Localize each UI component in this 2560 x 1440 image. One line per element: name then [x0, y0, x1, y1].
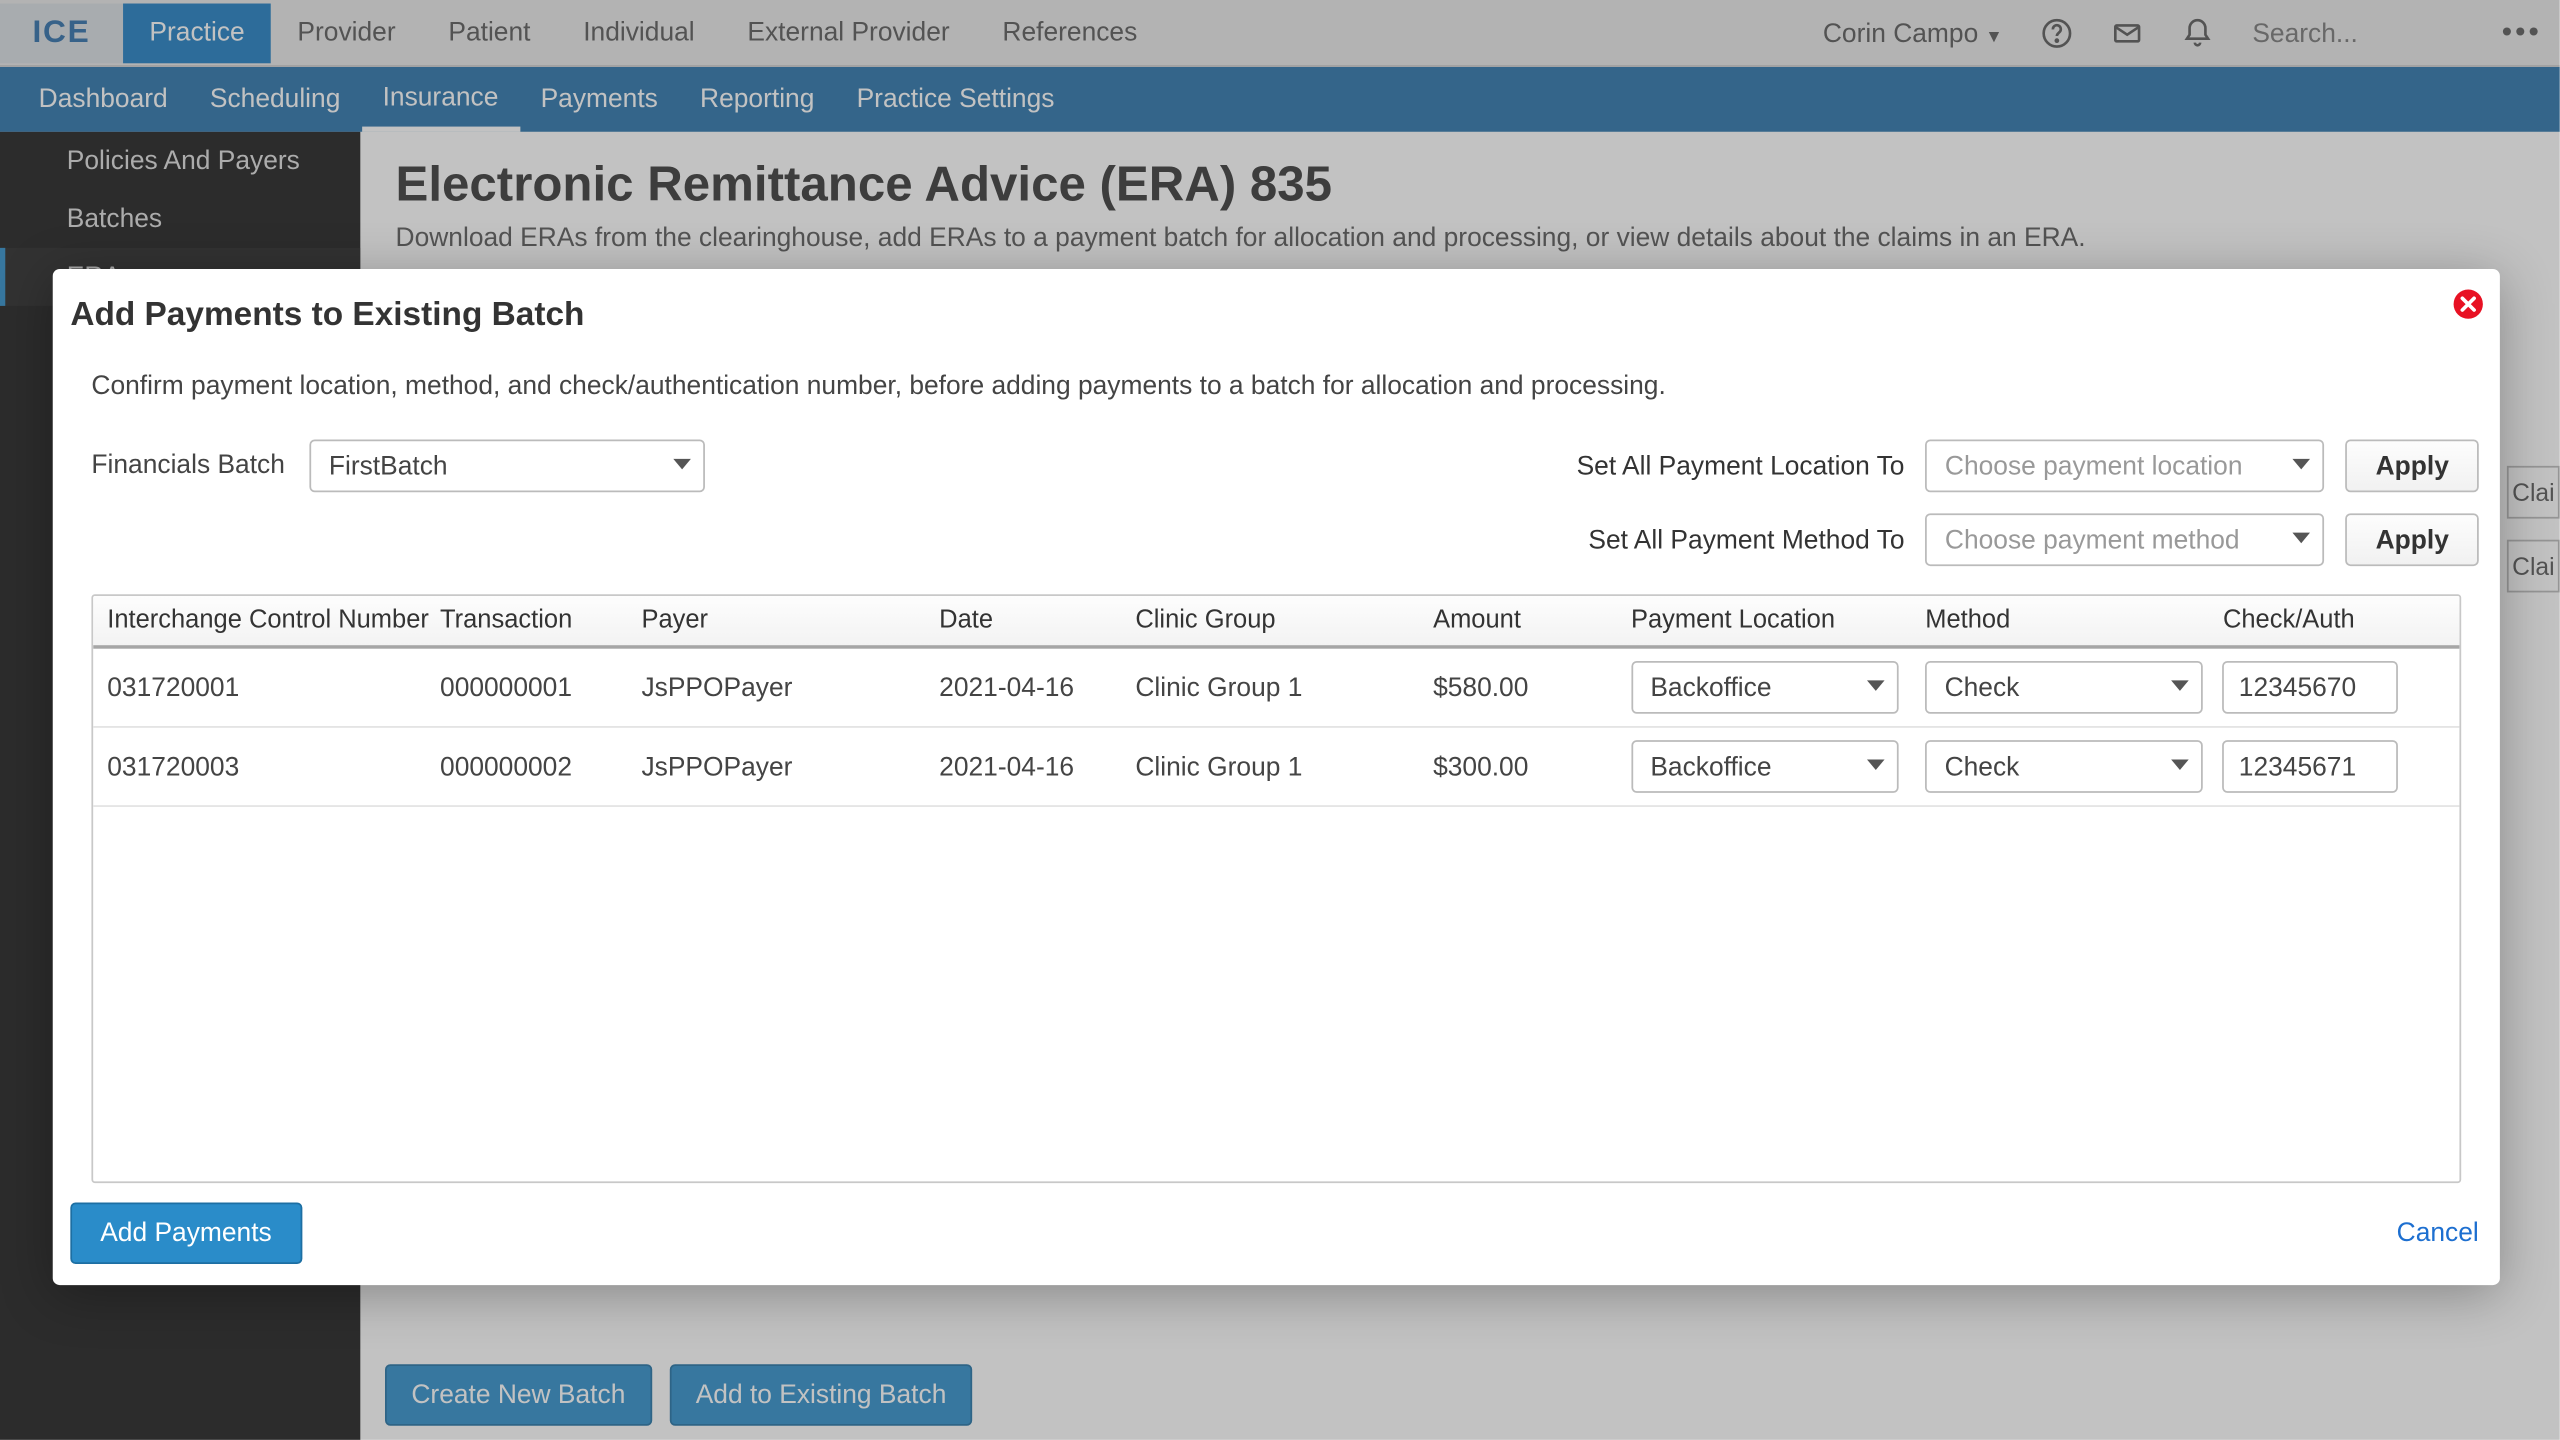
col-check-auth: Check/Auth — [2223, 607, 2459, 635]
set-all-method-label: Set All Payment Method To — [1588, 525, 1904, 555]
caret-down-icon — [2293, 459, 2311, 470]
row-check-auth-input[interactable] — [2223, 661, 2399, 714]
modal-desc: Confirm payment location, method, and ch… — [91, 371, 2478, 401]
caret-down-icon — [1867, 680, 1885, 691]
caret-down-icon — [2293, 533, 2311, 544]
caret-down-icon — [2171, 680, 2189, 691]
modal-title: Add Payments to Existing Batch — [70, 297, 2478, 336]
col-payment-location: Payment Location — [1631, 607, 1925, 635]
payments-table: Interchange Control Number Transaction P… — [91, 594, 2461, 1183]
row-location-select[interactable]: Backoffice — [1631, 661, 1898, 714]
cell-clinic-group: Clinic Group 1 — [1135, 672, 1433, 702]
caret-down-icon — [1867, 759, 1885, 770]
cell-payer: JsPPOPayer — [641, 752, 939, 782]
cell-transaction: 000000001 — [440, 672, 641, 702]
set-all-location-select[interactable]: Choose payment location — [1926, 440, 2325, 493]
col-icn: Interchange Control Number — [93, 607, 440, 635]
close-icon[interactable] — [2451, 287, 2486, 322]
col-date: Date — [939, 607, 1135, 635]
col-method: Method — [1925, 607, 2223, 635]
add-payments-button[interactable]: Add Payments — [70, 1202, 301, 1264]
apply-method-button[interactable]: Apply — [2346, 513, 2479, 566]
cancel-link[interactable]: Cancel — [2397, 1218, 2479, 1248]
table-row: 031720003 000000002 JsPPOPayer 2021-04-1… — [93, 728, 2459, 807]
add-payments-modal: Add Payments to Existing Batch Confirm p… — [53, 269, 2500, 1285]
col-amount: Amount — [1433, 607, 1631, 635]
cell-icn: 031720003 — [93, 752, 440, 782]
table-row: 031720001 000000001 JsPPOPayer 2021-04-1… — [93, 649, 2459, 728]
cell-clinic-group: Clinic Group 1 — [1135, 752, 1433, 782]
row-method-select[interactable]: Check — [1925, 740, 2203, 793]
set-all-method-select[interactable]: Choose payment method — [1926, 513, 2325, 566]
set-all-location-label: Set All Payment Location To — [1577, 451, 1905, 481]
cell-date: 2021-04-16 — [939, 752, 1135, 782]
financials-batch-label: Financials Batch — [91, 440, 284, 480]
row-check-auth-input[interactable] — [2223, 740, 2399, 793]
cell-payer: JsPPOPayer — [641, 672, 939, 702]
row-method-select[interactable]: Check — [1925, 661, 2203, 714]
col-transaction: Transaction — [440, 607, 641, 635]
financials-batch-select[interactable]: FirstBatch — [310, 440, 706, 493]
col-payer: Payer — [641, 607, 939, 635]
cell-icn: 031720001 — [93, 672, 440, 702]
caret-down-icon — [2171, 759, 2189, 770]
cell-amount: $300.00 — [1433, 752, 1631, 782]
apply-location-button[interactable]: Apply — [2346, 440, 2479, 493]
cell-amount: $580.00 — [1433, 672, 1631, 702]
cell-transaction: 000000002 — [440, 752, 641, 782]
cell-date: 2021-04-16 — [939, 672, 1135, 702]
col-clinic-group: Clinic Group — [1135, 607, 1433, 635]
row-location-select[interactable]: Backoffice — [1631, 740, 1898, 793]
table-header: Interchange Control Number Transaction P… — [93, 596, 2459, 649]
caret-down-icon — [673, 459, 691, 470]
